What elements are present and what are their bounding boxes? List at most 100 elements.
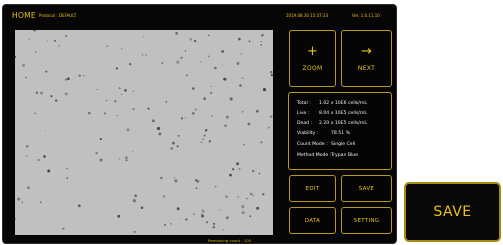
cell-speck [45,70,48,73]
result-count-mode-value: Single Cell [331,142,356,147]
cell-speck [201,209,205,213]
device-screen: HOME Protocol : DEFAULT 2019.08.30 15:37… [2,4,397,244]
cell-speck [260,141,263,144]
zoom-button[interactable]: + ZOOM [289,30,336,87]
cell-speck [161,62,164,64]
cell-speck [240,52,243,55]
cell-speck [25,145,29,148]
result-method-mode-label: Method Mode : [297,153,332,158]
cell-speck [140,206,144,209]
cell-speck [126,128,130,132]
cell-speck [176,207,180,211]
cell-speck [53,39,56,42]
cell-speck [222,229,225,231]
cell-speck [43,155,46,158]
result-live: Live : 8.04 x 10E5 cells/mL [297,111,367,116]
cell-speck [229,173,232,177]
cell-speck [178,218,180,220]
cell-speck [118,87,121,89]
setting-button[interactable]: SETTING [341,207,392,234]
result-viability: Viability : 78.51 % [297,131,350,136]
cell-speck [195,187,198,190]
next-label: NEXT [357,65,376,72]
cell-speck [142,36,145,38]
cell-speck [133,230,136,233]
save-button[interactable]: SAVE [341,175,392,202]
save-button-zoomed[interactable]: SAVE [404,182,501,242]
cell-speck [117,214,121,218]
result-count-mode: Count Mode : Single Cell [297,142,355,147]
cell-speck [225,115,229,119]
cell-speck [25,76,27,79]
cell-speck [66,177,69,180]
data-label: DATA [304,217,321,224]
cell-speck [180,56,183,59]
cell-speck [252,194,254,197]
cell-speck [260,44,262,46]
cell-speck [28,38,30,40]
cell-speck [247,122,251,126]
cell-speck [116,114,118,116]
cell-image-view [15,30,273,235]
cell-speck [64,92,68,96]
cell-speck [35,91,39,94]
cell-speck [258,172,261,175]
cell-speck [25,154,28,157]
cell-speck [58,45,60,47]
cell-speck [87,111,91,115]
data-button[interactable]: DATA [289,207,336,234]
cell-speck [229,97,233,101]
cell-speck [241,110,244,113]
cell-speck [212,225,216,229]
cell-speck [17,197,21,201]
next-button[interactable]: → NEXT [341,30,392,87]
cell-speck [67,77,70,81]
cell-speck [225,216,229,220]
cell-speck [237,196,240,198]
cell-speck [262,192,265,196]
cell-speck [40,91,44,95]
cell-speck [270,70,273,74]
cell-speck [121,94,123,95]
cell-speck [211,115,214,117]
home-button[interactable]: HOME [12,11,36,20]
cell-speck [123,88,128,92]
cell-speck [103,112,106,115]
cell-speck [191,112,195,115]
result-count-mode-label: Count Mode : [297,142,328,147]
cell-speck [239,84,242,87]
edit-label: EDIT [305,185,320,192]
cell-speck [160,176,163,180]
cell-speck [210,85,212,88]
plus-icon: + [307,44,318,59]
result-viability-value: 78.51 % [331,131,350,136]
cell-speck [134,194,137,197]
cell-speck [106,45,109,48]
cell-speck [37,159,40,161]
cell-speck [193,213,195,215]
cell-speck [208,140,212,143]
cell-speck [251,169,255,173]
remaining-count: Remaining count : 105 [208,238,252,243]
setting-label: SETTING [353,217,380,224]
cell-speck [261,33,264,37]
cell-speck [34,112,36,115]
cell-speck [184,50,187,52]
cell-speck [164,224,166,226]
cell-speck [66,167,68,170]
cell-speck [246,197,248,200]
cell-speck [205,221,209,224]
cell-speck [54,99,58,102]
cell-speck [82,74,85,77]
cell-speck [21,201,23,203]
cell-speck [200,61,202,63]
cell-speck [184,117,186,119]
top-bar: HOME Protocol : DEFAULT 2019.08.30 15:37… [3,5,396,27]
cell-speck [270,115,273,118]
cell-speck [209,91,213,95]
edit-button[interactable]: EDIT [289,175,336,202]
cell-speck [170,147,174,150]
cell-speck [128,62,132,66]
result-dead-label: Dead : [297,121,313,126]
cell-speck [78,74,81,77]
